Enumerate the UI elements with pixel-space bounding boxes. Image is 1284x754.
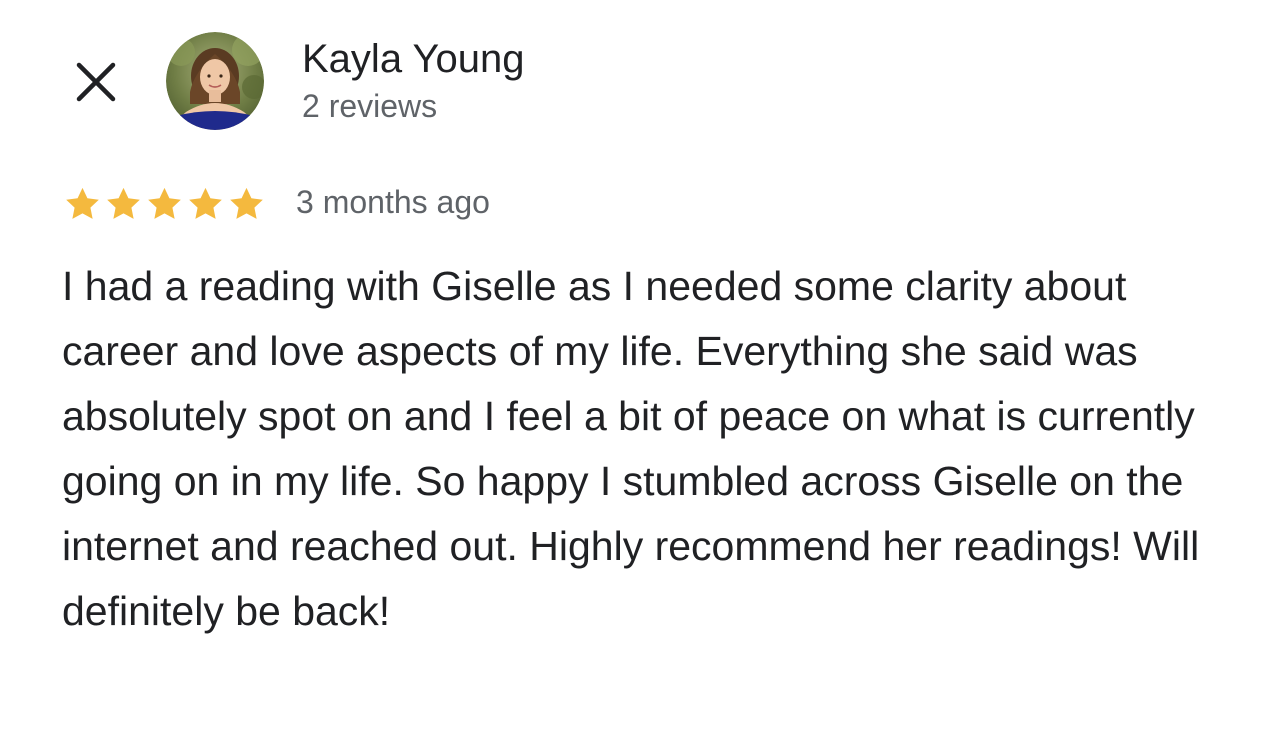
star-rating <box>62 184 267 224</box>
avatar[interactable] <box>166 32 264 130</box>
review-count[interactable]: 2 reviews <box>302 86 437 126</box>
review-timestamp: 3 months ago <box>296 184 490 220</box>
reviewer-name[interactable]: Kayla Young <box>302 36 524 82</box>
close-button[interactable] <box>70 56 122 108</box>
close-icon <box>76 62 116 102</box>
star-icon <box>230 187 263 219</box>
star-icon <box>189 187 222 219</box>
review-text: I had a reading with Giselle as I needed… <box>62 263 1200 634</box>
star-icon <box>148 187 181 219</box>
star-icon <box>107 187 140 219</box>
star-icon <box>66 187 99 219</box>
